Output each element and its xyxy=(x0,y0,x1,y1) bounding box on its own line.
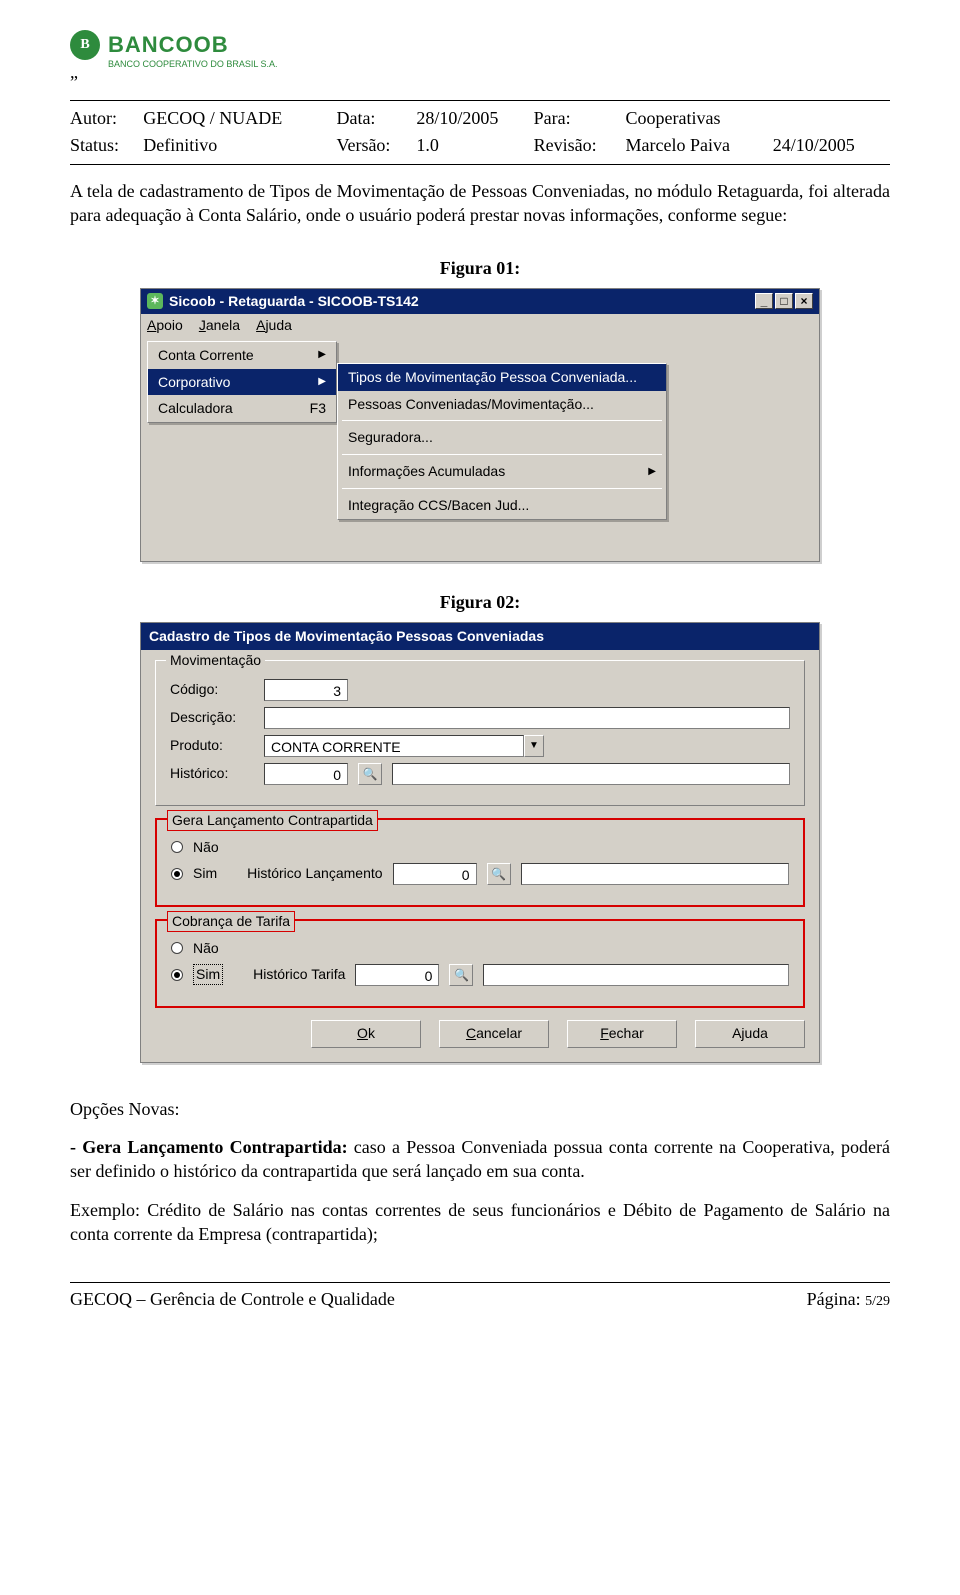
radio-nao-tarifa-label: Não xyxy=(193,939,219,958)
group-contrapartida: Gera Lançamento Contrapartida Não Sim Hi… xyxy=(155,818,805,907)
footer-page-value: 5/29 xyxy=(865,1294,890,1309)
radio-sim-tarifa-label: Sim xyxy=(193,964,223,985)
group-tarifa: Cobrança de Tarifa Não Sim Histórico Tar… xyxy=(155,919,805,1008)
status-label: Status: xyxy=(70,132,143,158)
hist-tarifa-desc-input[interactable] xyxy=(483,964,789,986)
help-button[interactable]: Ajuda xyxy=(695,1020,805,1048)
radio-nao-contra[interactable] xyxy=(171,841,183,853)
logo-badge-icon: B xyxy=(70,30,100,60)
group-contrapartida-legend: Gera Lançamento Contrapartida xyxy=(167,810,378,831)
hist-tarifa-input[interactable]: 0 xyxy=(355,964,439,986)
descricao-label: Descrição: xyxy=(170,708,254,727)
window-titlebar: ✶ Sicoob - Retaguarda - SICOOB-TS142 _ □… xyxy=(141,289,819,314)
data-value: 28/10/2005 xyxy=(416,105,533,131)
minimize-button[interactable]: _ xyxy=(755,293,773,309)
menu-apoio[interactable]: AApoiopoio xyxy=(147,316,183,335)
chevron-down-icon[interactable]: ▼ xyxy=(524,735,544,757)
window-title: Sicoob - Retaguarda - SICOOB-TS142 xyxy=(169,292,419,311)
menubar: AApoiopoio Janela Ajuda xyxy=(141,314,819,341)
figure-2-label: Figura 02: xyxy=(70,590,890,614)
cancel-button[interactable]: Cancelar xyxy=(439,1020,549,1048)
menu-divider xyxy=(342,454,662,455)
submenu-corporativo: Tipos de Movimentação Pessoa Conveniada.… xyxy=(337,363,667,520)
hist-lanc-desc-input[interactable] xyxy=(521,863,789,885)
para-value: Cooperativas xyxy=(626,105,773,131)
codigo-input[interactable]: 3 xyxy=(264,679,348,701)
menu-item-corporativo[interactable]: Corporativo▶ xyxy=(148,369,336,396)
hist-lanc-label: Histórico Lançamento xyxy=(247,864,382,883)
dialog-title: Cadastro de Tipos de Movimentação Pessoa… xyxy=(141,623,819,650)
historico-label: Histórico: xyxy=(170,764,254,783)
footer-page-label: Página: xyxy=(807,1289,866,1309)
brand-logo: B BANCOOB xyxy=(70,30,890,60)
chevron-right-icon: ▶ xyxy=(318,348,326,362)
radio-sim-contra[interactable] xyxy=(171,868,183,880)
revisao-label: Revisão: xyxy=(534,132,626,158)
app-icon: ✶ xyxy=(147,293,163,309)
chevron-right-icon: ▶ xyxy=(318,375,326,389)
logo-text: BANCOOB xyxy=(108,30,229,60)
autor-value: GECOQ / NUADE xyxy=(143,105,336,131)
versao-value: 1.0 xyxy=(416,132,533,158)
figure-1-label: Figura 01: xyxy=(70,256,890,280)
opcoes-title: Opções Novas: xyxy=(70,1097,890,1121)
menu-item-pessoas-conv[interactable]: Pessoas Conveniadas/Movimentação... xyxy=(338,391,666,418)
binoculars-icon[interactable]: 🔍 xyxy=(449,964,473,986)
autor-label: Autor: xyxy=(70,105,143,131)
opcoes-item: - Gera Lançamento Contrapartida: caso a … xyxy=(70,1135,890,1184)
close-button[interactable]: × xyxy=(795,293,813,309)
revisao-data: 24/10/2005 xyxy=(773,132,890,158)
submenu-apoio: Conta Corrente▶ Corporativo▶ Calculadora… xyxy=(147,341,337,424)
figure-1-window: ✶ Sicoob - Retaguarda - SICOOB-TS142 _ □… xyxy=(140,288,820,562)
data-label: Data: xyxy=(336,105,416,131)
radio-nao-label: Não xyxy=(193,838,219,857)
group-tarifa-legend: Cobrança de Tarifa xyxy=(167,911,295,932)
menu-item-calculadora[interactable]: CalculadoraF3 xyxy=(148,395,336,422)
menu-item-tipos-mov[interactable]: Tipos de Movimentação Pessoa Conveniada.… xyxy=(338,364,666,391)
meta-divider xyxy=(70,164,890,165)
ok-button[interactable]: Ok xyxy=(311,1020,421,1048)
close-button[interactable]: Fechar xyxy=(567,1020,677,1048)
radio-nao-tarifa[interactable] xyxy=(171,942,183,954)
menu-divider xyxy=(342,420,662,421)
radio-sim-tarifa[interactable] xyxy=(171,969,183,981)
descricao-input[interactable] xyxy=(264,707,790,729)
status-value: Definitivo xyxy=(143,132,336,158)
historico-input[interactable]: 0 xyxy=(264,763,348,785)
opcoes-example: Exemplo: Crédito de Salário nas contas c… xyxy=(70,1198,890,1247)
group-movimentacao-legend: Movimentação xyxy=(166,651,265,670)
para-label: Para: xyxy=(534,105,626,131)
radio-sim-label: Sim xyxy=(193,864,217,883)
revisao-value: Marcelo Paiva xyxy=(626,132,773,158)
menu-janela[interactable]: Janela xyxy=(199,316,240,335)
produto-label: Produto: xyxy=(170,736,254,755)
codigo-label: Código: xyxy=(170,680,254,699)
hist-tarifa-label: Histórico Tarifa xyxy=(253,965,345,984)
stray-quote: ” xyxy=(70,70,890,94)
historico-desc-input[interactable] xyxy=(392,763,790,785)
page-footer: GECOQ – Gerência de Controle e Qualidade… xyxy=(70,1282,890,1312)
menu-ajuda[interactable]: Ajuda xyxy=(256,316,292,335)
chevron-right-icon: ▶ xyxy=(648,465,656,479)
binoculars-icon[interactable]: 🔍 xyxy=(358,763,382,785)
document-meta: Autor: GECOQ / NUADE Data: 28/10/2005 Pa… xyxy=(70,105,890,158)
footer-left: GECOQ – Gerência de Controle e Qualidade xyxy=(70,1287,395,1312)
figure-2-dialog: Cadastro de Tipos de Movimentação Pessoa… xyxy=(140,622,820,1063)
binoculars-icon[interactable]: 🔍 xyxy=(487,863,511,885)
menu-divider xyxy=(342,488,662,489)
intro-paragraph: A tela de cadastramento de Tipos de Movi… xyxy=(70,179,890,228)
group-movimentacao: Movimentação Código: 3 Descrição: Produt… xyxy=(155,660,805,806)
menu-item-info-acumuladas[interactable]: Informações Acumuladas▶ xyxy=(338,458,666,485)
produto-combo[interactable]: CONTA CORRENTE xyxy=(264,735,524,757)
header-divider xyxy=(70,100,890,101)
menu-item-conta-corrente[interactable]: Conta Corrente▶ xyxy=(148,342,336,369)
maximize-button[interactable]: □ xyxy=(775,293,793,309)
hist-lanc-input[interactable]: 0 xyxy=(393,863,477,885)
menu-item-integracao-ccs[interactable]: Integração CCS/Bacen Jud... xyxy=(338,492,666,519)
menu-item-seguradora[interactable]: Seguradora... xyxy=(338,424,666,451)
versao-label: Versão: xyxy=(336,132,416,158)
logo-subtitle: BANCO COOPERATIVO DO BRASIL S.A. xyxy=(108,58,890,70)
